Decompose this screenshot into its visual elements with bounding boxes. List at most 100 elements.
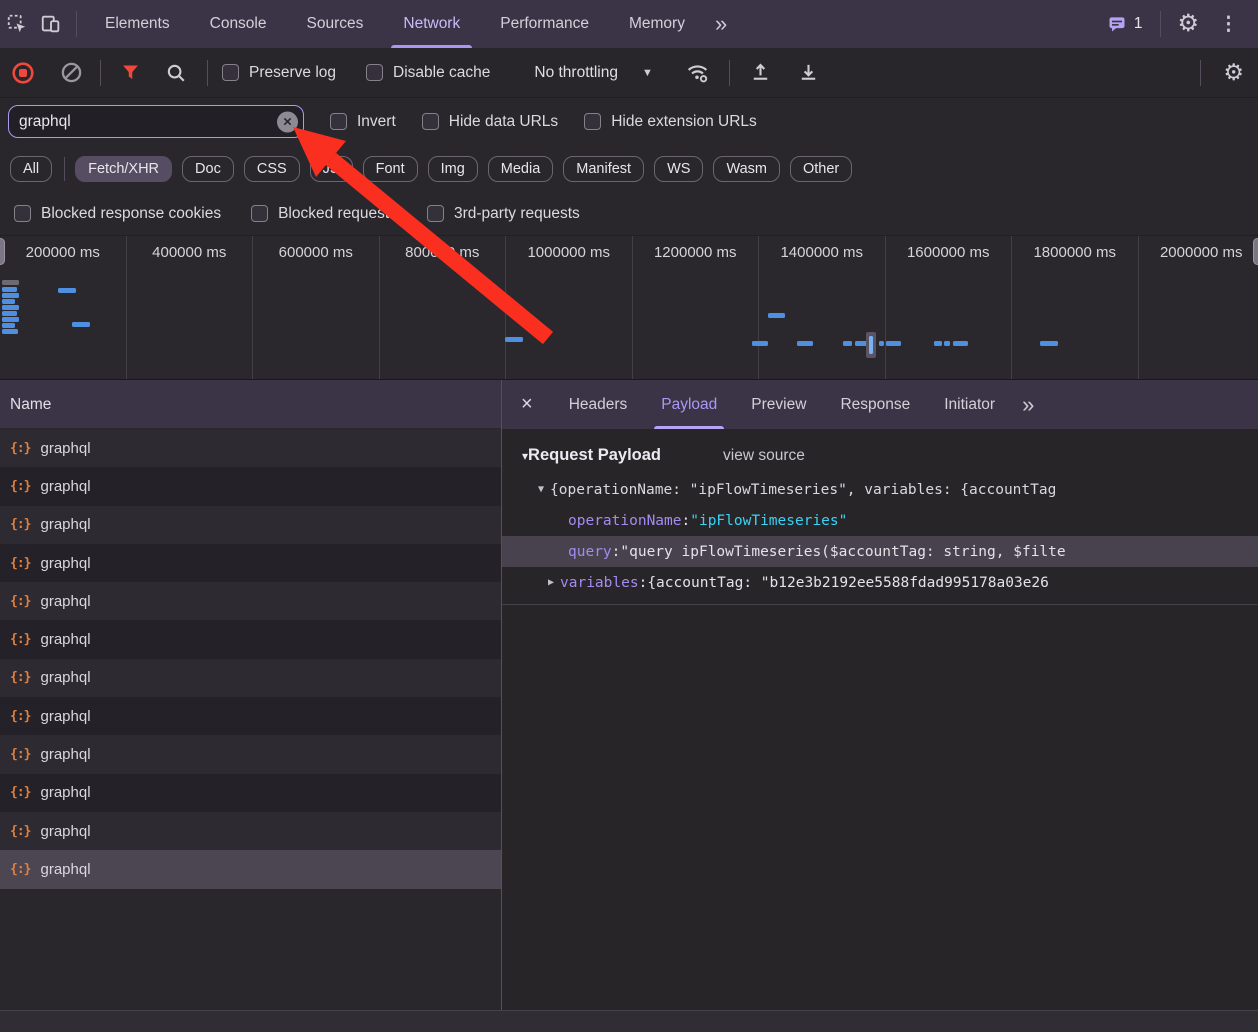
checkbox-box <box>366 64 383 81</box>
toolbar-divider <box>1160 11 1161 37</box>
type-filter-pill[interactable]: Img <box>428 156 478 182</box>
payload-value: {accountTag: "b12e3b2192ee5588fdad995178… <box>647 575 1049 591</box>
type-filter-pill[interactable]: CSS <box>244 156 300 182</box>
record-network-log-icon[interactable] <box>6 56 40 90</box>
colon: : <box>682 513 691 529</box>
option-checkbox[interactable]: Blocked response cookies <box>14 205 221 223</box>
waterfall-bar <box>58 288 76 293</box>
payload-variables-row[interactable]: ▶ variables: {accountTag: "b12e3b2192ee5… <box>502 567 1258 598</box>
type-filter-pill[interactable]: JS <box>310 156 353 182</box>
waterfall-marks <box>0 236 1258 379</box>
type-filter-pill[interactable]: Font <box>363 156 418 182</box>
toolbar-checkbox[interactable]: Disable cache <box>366 64 490 82</box>
panel-tab[interactable]: Memory <box>609 0 705 48</box>
tree-expand-icon[interactable]: ▼ <box>532 484 550 495</box>
request-name: graphql <box>40 631 90 648</box>
type-filter-pill[interactable]: Doc <box>182 156 234 182</box>
json-file-icon: {:} <box>10 670 30 685</box>
request-row[interactable]: {:} graphql <box>0 774 501 812</box>
waterfall-bar <box>886 341 901 346</box>
panel-tab[interactable]: Performance <box>480 0 609 48</box>
type-filter-pill[interactable]: All <box>10 156 52 182</box>
overflow-menu-icon[interactable]: ⋮ <box>1207 13 1250 36</box>
request-row[interactable]: {:} graphql <box>0 429 501 467</box>
issues-count: 1 <box>1134 15 1143 33</box>
filter-icon[interactable] <box>113 56 147 90</box>
panel-tab[interactable]: Network <box>383 0 480 48</box>
filter-checkbox[interactable]: Hide extension URLs <box>584 113 757 131</box>
checkbox-box <box>222 64 239 81</box>
details-tab[interactable]: Response <box>823 380 927 429</box>
request-row[interactable]: {:} graphql <box>0 506 501 544</box>
json-file-icon: {:} <box>10 824 30 839</box>
waterfall-bar <box>2 280 19 285</box>
type-filter-pill[interactable]: Fetch/XHR <box>75 156 172 182</box>
request-name: graphql <box>40 440 90 457</box>
request-row[interactable]: {:} graphql <box>0 735 501 773</box>
type-filter-pill[interactable]: Wasm <box>713 156 780 182</box>
view-source-link[interactable]: view source <box>723 447 805 464</box>
network-overview-timeline[interactable]: 200000 ms400000 ms600000 ms800000 ms1000… <box>0 236 1258 380</box>
request-name: graphql <box>40 746 90 763</box>
checkbox-label: 3rd-party requests <box>454 205 580 223</box>
network-settings-gear-icon[interactable]: ⚙ <box>1209 61 1258 84</box>
close-details-icon[interactable]: × <box>502 393 552 416</box>
settings-gear-icon[interactable]: ⚙ <box>1169 12 1207 36</box>
name-column-header[interactable]: Name <box>0 380 501 429</box>
checkbox-label: Blocked response cookies <box>41 205 221 223</box>
import-har-icon[interactable] <box>744 56 778 90</box>
clear-filter-icon[interactable]: × <box>277 111 298 132</box>
type-filter-pill[interactable]: WS <box>654 156 703 182</box>
payload-operation-row[interactable]: operationName: "ipFlowTimeseries" <box>502 505 1258 536</box>
payload-root-row[interactable]: ▼ {operationName: "ipFlowTimeseries", va… <box>502 474 1258 505</box>
request-row[interactable]: {:} graphql <box>0 544 501 582</box>
panel-tab[interactable]: Console <box>190 0 287 48</box>
request-row[interactable]: {:} graphql <box>0 467 501 505</box>
waterfall-bar <box>72 322 90 327</box>
request-payload-header: ▾Request Payload view source <box>522 446 1258 465</box>
inspect-element-icon[interactable] <box>0 7 34 41</box>
devtools-tabbar: ElementsConsoleSourcesNetworkPerformance… <box>0 0 1258 48</box>
details-tab[interactable]: Payload <box>644 380 734 429</box>
request-row[interactable]: {:} graphql <box>0 850 501 888</box>
request-row[interactable]: {:} graphql <box>0 812 501 850</box>
filter-checkbox[interactable]: Invert <box>330 113 396 131</box>
network-conditions-icon[interactable] <box>681 56 715 90</box>
type-filter-pill[interactable]: Media <box>488 156 554 182</box>
more-tabs-icon[interactable]: » <box>705 11 735 37</box>
search-icon[interactable] <box>159 56 193 90</box>
issues-counter[interactable]: 1 <box>1097 14 1153 34</box>
type-filter-pill[interactable]: Manifest <box>563 156 644 182</box>
toolbar-checkbox[interactable]: Preserve log <box>222 64 336 82</box>
export-har-icon[interactable] <box>792 56 826 90</box>
filter-input[interactable] <box>8 105 304 138</box>
waterfall-bar <box>2 299 15 304</box>
option-checkbox[interactable]: 3rd-party requests <box>427 205 580 223</box>
throttling-dropdown[interactable]: No throttling ▼ <box>520 64 666 82</box>
overview-handle-right[interactable] <box>1253 238 1258 265</box>
type-filter-pill[interactable]: Other <box>790 156 852 182</box>
clear-network-log-icon[interactable] <box>54 56 88 90</box>
request-row[interactable]: {:} graphql <box>0 620 501 658</box>
panel-tab[interactable]: Sources <box>287 0 384 48</box>
checkbox-label: Hide data URLs <box>449 113 558 131</box>
toolbar-checkboxes: Preserve log Disable cache <box>222 64 520 82</box>
payload-query-row[interactable]: query: "query ipFlowTimeseries($accountT… <box>502 536 1258 567</box>
option-checkbox[interactable]: Blocked requests <box>251 205 397 223</box>
request-name: graphql <box>40 669 90 686</box>
request-row[interactable]: {:} graphql <box>0 697 501 735</box>
request-row[interactable]: {:} graphql <box>0 582 501 620</box>
details-tab[interactable]: Preview <box>734 380 823 429</box>
panel-tab[interactable]: Elements <box>85 0 190 48</box>
waterfall-bar <box>869 336 873 354</box>
tree-collapse-icon[interactable]: ▶ <box>542 577 560 588</box>
overview-handle-left[interactable] <box>0 238 5 265</box>
request-row[interactable]: {:} graphql <box>0 659 501 697</box>
device-toolbar-icon[interactable] <box>34 7 68 41</box>
request-list-panel: Name {:} graphql {:} graphql {:} <box>0 380 502 1010</box>
details-tab[interactable]: Headers <box>552 380 645 429</box>
filter-checkbox[interactable]: Hide data URLs <box>422 113 558 131</box>
more-details-tabs-icon[interactable]: » <box>1012 392 1042 418</box>
details-tab[interactable]: Initiator <box>927 380 1012 429</box>
toolbar-divider <box>207 60 208 86</box>
